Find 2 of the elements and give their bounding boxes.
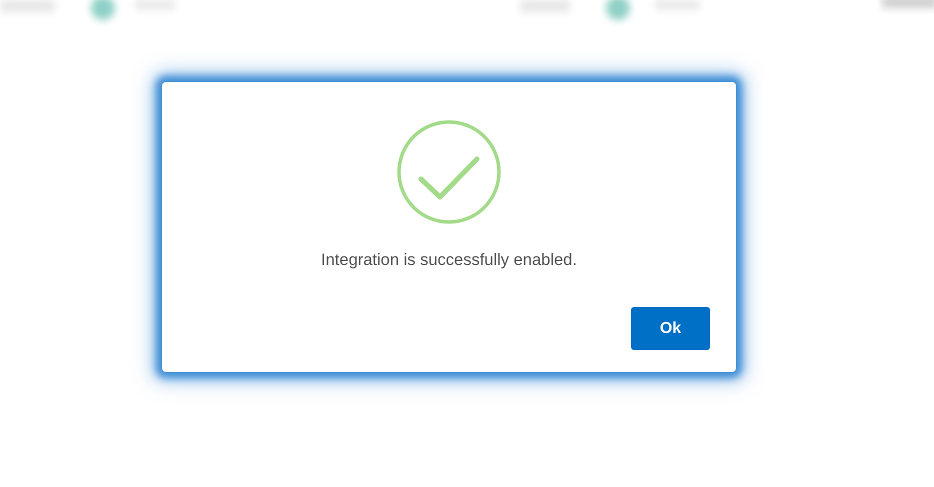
ok-button[interactable]: Ok (631, 307, 710, 350)
dialog-message: Integration is successfully enabled. (321, 251, 577, 270)
